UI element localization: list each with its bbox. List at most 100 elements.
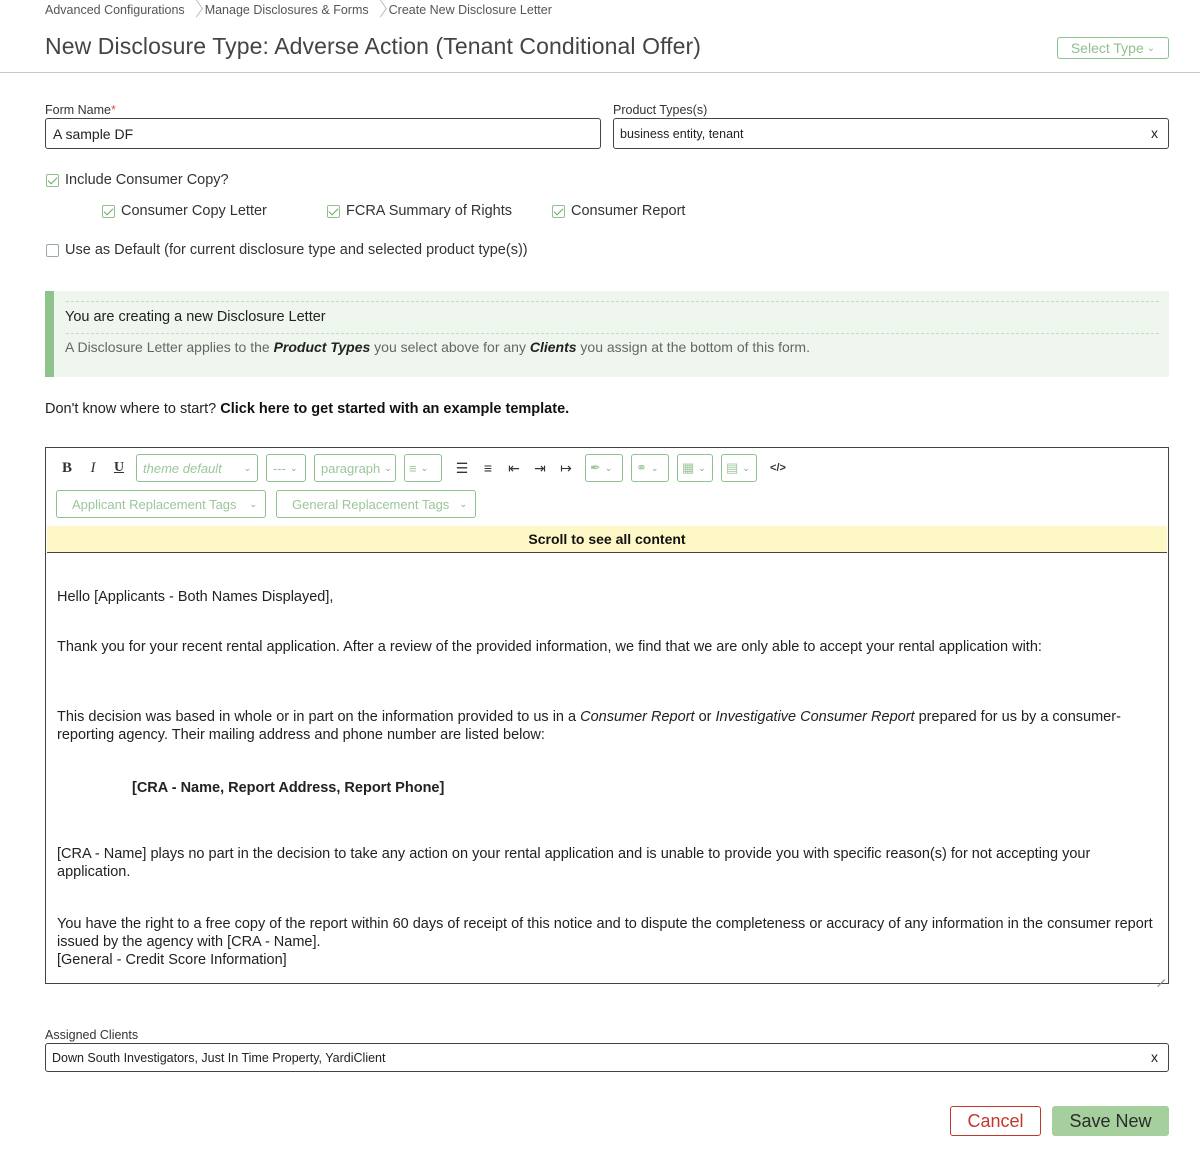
fcra-summary-checkbox[interactable]: FCRA Summary of Rights — [327, 203, 512, 219]
font-family-dropdown[interactable]: theme default ⌄ — [136, 454, 258, 482]
link-dropdown[interactable]: ⚭ ⌄ — [631, 454, 669, 482]
letter-text: or — [694, 709, 716, 725]
form-name-value: A sample DF — [53, 125, 134, 142]
include-consumer-copy-checkbox[interactable]: Include Consumer Copy? — [46, 172, 229, 188]
chevron-down-icon: ⌄ — [650, 462, 659, 473]
letter-greeting: Hello [Applicants - Both Names Displayed… — [57, 589, 334, 605]
font-size-value: --- — [273, 460, 286, 476]
assigned-clients-value: Down South Investigators, Just In Time P… — [52, 1050, 386, 1065]
clear-product-types-icon[interactable]: x — [1151, 125, 1158, 141]
clear-assigned-clients-icon[interactable]: x — [1151, 1049, 1158, 1065]
include-consumer-copy-label: Include Consumer Copy? — [65, 172, 229, 188]
consumer-copy-letter-checkbox[interactable]: Consumer Copy Letter — [102, 203, 267, 219]
dashed-divider — [66, 333, 1159, 334]
assigned-clients-input[interactable]: Down South Investigators, Just In Time P… — [45, 1043, 1169, 1072]
table-icon: ▦ — [682, 460, 695, 475]
editor-toolbar-row-2: Applicant Replacement Tags ⌄ General Repl… — [56, 490, 484, 518]
letter-cra-block: [CRA - Name, Report Address, Report Phon… — [132, 780, 445, 796]
highlight-color-dropdown[interactable]: ✒ ⌄ — [585, 454, 623, 482]
chevron-down-icon: ⌄ — [243, 462, 251, 473]
product-types-label: Product Types(s) — [613, 103, 708, 117]
page-title: New Disclosure Type: Adverse Action (Ten… — [45, 33, 702, 59]
chevron-down-icon: ⌄ — [1146, 42, 1156, 54]
font-family-value: theme default — [143, 460, 222, 476]
consumer-report-checkbox[interactable]: Consumer Report — [552, 203, 685, 219]
letter-paragraph-5: [General - Credit Score Information] — [57, 952, 287, 968]
letter-text: This decision was based in whole or in p… — [57, 709, 581, 725]
breadcrumb: Advanced Configurations Manage Disclosur… — [45, 0, 552, 20]
table-dropdown[interactable]: ▦ ⌄ — [677, 454, 713, 482]
example-template-link[interactable]: Click here to get started with an exampl… — [220, 401, 569, 417]
use-as-default-label: Use as Default (for current disclosure t… — [65, 242, 528, 258]
applicant-tags-label: Applicant Replacement Tags — [72, 496, 237, 512]
consumer-report-label: Consumer Report — [571, 203, 686, 219]
title-divider — [0, 72, 1200, 73]
select-type-dropdown[interactable]: Select Type ⌄ — [1057, 37, 1169, 59]
breadcrumb-manage-disclosures[interactable]: Manage Disclosures & Forms — [205, 3, 369, 17]
indent-icon[interactable]: ⇥ — [529, 455, 551, 481]
info-desc-text: you select above for any — [370, 339, 530, 355]
checkbox-checked-icon[interactable] — [552, 204, 565, 218]
align-dropdown[interactable]: ≡ ⌄ — [404, 454, 442, 482]
general-tags-label: General Replacement Tags — [292, 496, 450, 512]
start-hint-text: Don't know where to start? — [45, 401, 221, 417]
chevron-down-icon: ⌄ — [420, 462, 429, 473]
info-desc-clients: Clients — [529, 339, 577, 355]
breadcrumb-create-disclosure-letter: Create New Disclosure Letter — [388, 3, 552, 17]
font-size-dropdown[interactable]: --- ⌄ — [266, 454, 306, 482]
link-icon: ⚭ — [636, 460, 647, 475]
italic-button[interactable]: I — [82, 455, 104, 481]
form-name-label: Form Name* — [45, 103, 116, 117]
info-description: A Disclosure Letter applies to the Produ… — [65, 339, 810, 355]
block-format-dropdown[interactable]: paragraph ⌄ — [314, 454, 396, 482]
applicant-replacement-tags-dropdown[interactable]: Applicant Replacement Tags ⌄ — [56, 490, 266, 518]
form-name-input[interactable]: A sample DF — [45, 118, 601, 149]
checkbox-checked-icon[interactable] — [46, 173, 59, 187]
breadcrumb-separator-icon — [191, 1, 199, 19]
letter-consumer-report: Consumer Report — [580, 709, 695, 725]
bullet-list-icon[interactable]: ☰ — [451, 455, 473, 481]
image-dropdown[interactable]: ▤ ⌄ — [721, 454, 757, 482]
select-type-label: Select Type — [1070, 40, 1144, 56]
bold-button[interactable]: B — [56, 455, 78, 481]
use-as-default-checkbox[interactable]: Use as Default (for current disclosure t… — [46, 242, 528, 258]
checkbox-checked-icon[interactable] — [327, 204, 340, 218]
info-desc-text: A Disclosure Letter applies to the — [65, 339, 274, 355]
numbered-list-icon[interactable]: ≡ — [477, 455, 499, 481]
line-indent-icon[interactable]: ↦ — [555, 455, 577, 481]
block-format-value: paragraph — [321, 460, 381, 476]
code-view-button[interactable]: </> — [767, 455, 789, 481]
dashed-divider — [66, 301, 1159, 302]
chevron-down-icon: ⌄ — [459, 498, 467, 509]
brush-icon: ✒ — [590, 460, 601, 475]
product-types-value: business entity, tenant — [620, 126, 744, 141]
editor-toolbar-row-1: B I U theme default ⌄ --- ⌄ paragraph ⌄ ≡ ⌄ … — [56, 454, 789, 482]
chevron-down-icon: ⌄ — [698, 462, 706, 473]
align-left-icon: ≡ — [409, 460, 417, 476]
image-icon: ▤ — [726, 460, 739, 475]
chevron-down-icon: ⌄ — [290, 462, 298, 473]
assigned-clients-label: Assigned Clients — [45, 1028, 139, 1042]
save-new-button[interactable]: Save New — [1052, 1106, 1169, 1136]
letter-paragraph-3: [CRA - Name] plays no part in the decisi… — [57, 846, 1091, 880]
letter-paragraph-1: Thank you for your recent rental applica… — [57, 639, 1042, 655]
checkbox-unchecked-icon[interactable] — [46, 243, 59, 257]
fcra-summary-label: FCRA Summary of Rights — [346, 203, 512, 219]
letter-investigative-report: Investigative Consumer Report — [715, 709, 915, 725]
info-title: You are creating a new Disclosure Letter — [65, 309, 326, 325]
outdent-icon[interactable]: ⇤ — [503, 455, 525, 481]
required-mark: * — [110, 103, 116, 117]
info-desc-text: you assign at the bottom of this form. — [576, 339, 810, 355]
product-types-input[interactable]: business entity, tenant x — [613, 118, 1169, 149]
underline-button[interactable]: U — [108, 455, 130, 481]
general-replacement-tags-dropdown[interactable]: General Replacement Tags ⌄ — [276, 490, 476, 518]
checkbox-checked-icon[interactable] — [102, 204, 115, 218]
resize-handle-icon[interactable] — [1155, 970, 1165, 980]
breadcrumb-advanced-configurations[interactable]: Advanced Configurations — [45, 3, 185, 17]
info-desc-product-types: Product Types — [273, 339, 371, 355]
cancel-button[interactable]: Cancel — [950, 1106, 1041, 1136]
form-name-label-text: Form Name — [45, 103, 111, 117]
rich-text-editor[interactable]: B I U theme default ⌄ --- ⌄ paragraph ⌄ ≡ ⌄ … — [45, 447, 1169, 984]
letter-paragraph-2: This decision was based in whole or in p… — [57, 708, 1157, 744]
breadcrumb-separator-icon — [375, 1, 383, 19]
